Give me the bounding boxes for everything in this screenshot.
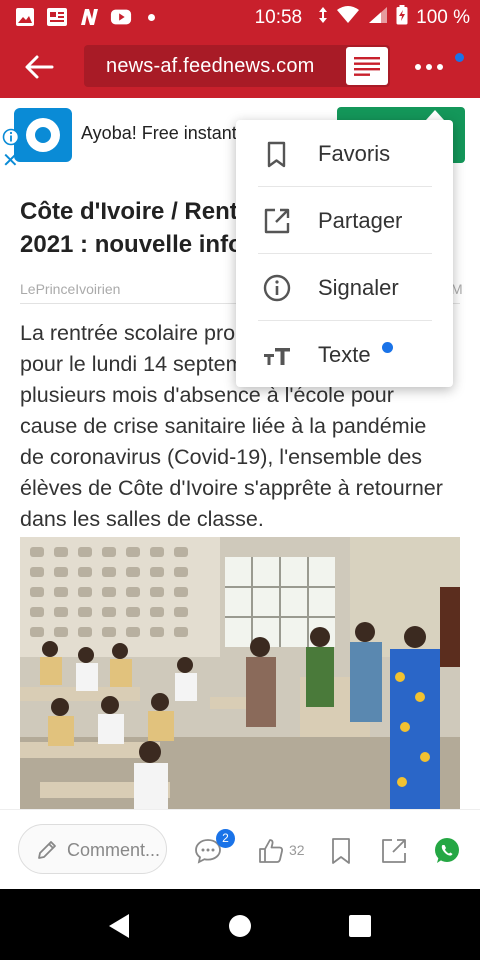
menu-item-label: Texte: [318, 342, 371, 367]
more-menu-button[interactable]: [412, 56, 448, 78]
share-icon: [262, 206, 292, 236]
share-button[interactable]: [379, 836, 409, 866]
comment-count-badge: 2: [216, 829, 235, 848]
menu-pointer: [426, 110, 444, 120]
menu-item-label: Signaler: [318, 275, 399, 300]
menu-notification-dot: [455, 53, 464, 62]
comment-input[interactable]: Comment...: [18, 824, 167, 874]
nav-back-icon[interactable]: [107, 913, 131, 939]
whatsapp-icon: [435, 838, 459, 863]
ad-close-icon[interactable]: ✕: [2, 148, 19, 173]
url-text: news-af.feednews.com: [106, 55, 315, 77]
battery-percent: 100 %: [416, 7, 470, 28]
gallery-icon: [14, 7, 36, 27]
status-notification-icons: [14, 7, 155, 27]
body-line: dans les salles de classe.: [20, 507, 264, 531]
back-arrow-icon: [25, 55, 54, 79]
whatsapp-share-button[interactable]: [432, 836, 462, 866]
android-nav-bar: [0, 889, 480, 960]
body-line: cause de crise sanitaire liée à la pandé…: [20, 414, 427, 438]
ad-text: Ayoba! Free instant: [81, 123, 237, 143]
new-feature-dot: [382, 342, 393, 353]
like-count: 32: [289, 842, 305, 858]
menu-item-label: Partager: [318, 208, 403, 233]
nav-recents-icon[interactable]: [349, 915, 371, 937]
pencil-icon: [35, 838, 59, 862]
ad-info-icon[interactable]: [2, 128, 20, 146]
status-bar: 10:58 100 %: [0, 0, 480, 36]
data-arrows-icon: [318, 6, 328, 30]
menu-item-favoris[interactable]: Favoris: [236, 120, 453, 187]
menu-item-signaler[interactable]: Signaler: [236, 254, 453, 321]
notification-dot-icon: [148, 13, 155, 21]
wifi-icon: [336, 6, 360, 30]
bookmark-icon: [262, 139, 292, 169]
clock: 10:58: [254, 7, 303, 28]
browser-toolbar: news-af.feednews.com: [0, 36, 480, 98]
overflow-menu: Favoris Partager Signaler Texte: [236, 120, 453, 387]
bookmark-icon: [332, 838, 350, 864]
n-app-icon: [78, 7, 100, 27]
reader-mode-button[interactable]: [346, 47, 388, 85]
more-menu-icon: [415, 64, 443, 70]
text-size-icon: [262, 340, 292, 370]
info-icon: [262, 273, 292, 303]
battery-icon: [396, 5, 408, 31]
article-photo[interactable]: [20, 537, 460, 809]
reader-mode-icon: [354, 57, 380, 76]
body-line: de coronavirus (Covid-19), l'ensemble de…: [20, 445, 423, 469]
nav-home-icon[interactable]: [229, 915, 251, 937]
youtube-icon: [110, 7, 132, 27]
status-system-icons: 10:58 100 %: [255, 5, 470, 31]
article-source[interactable]: LePrinceIvoirien: [20, 281, 120, 297]
body-line: élèves de Côte d'Ivoire s'apprête à reto…: [20, 476, 443, 500]
article-action-bar: Comment... 2 32: [0, 809, 480, 889]
thumbs-up-icon: [259, 839, 284, 863]
url-bar[interactable]: news-af.feednews.com: [84, 45, 390, 87]
ayoba-logo: [14, 108, 72, 162]
share-icon: [382, 839, 406, 863]
menu-item-label: Favoris: [318, 141, 391, 166]
menu-item-partager[interactable]: Partager: [236, 187, 453, 254]
signal-icon: [368, 6, 388, 30]
comment-placeholder: Comment...: [67, 840, 161, 860]
like-button[interactable]: [256, 836, 286, 866]
bookmark-button[interactable]: [326, 836, 356, 866]
menu-item-texte[interactable]: Texte: [236, 321, 453, 388]
back-button[interactable]: [22, 52, 56, 82]
news-icon: [46, 7, 68, 27]
